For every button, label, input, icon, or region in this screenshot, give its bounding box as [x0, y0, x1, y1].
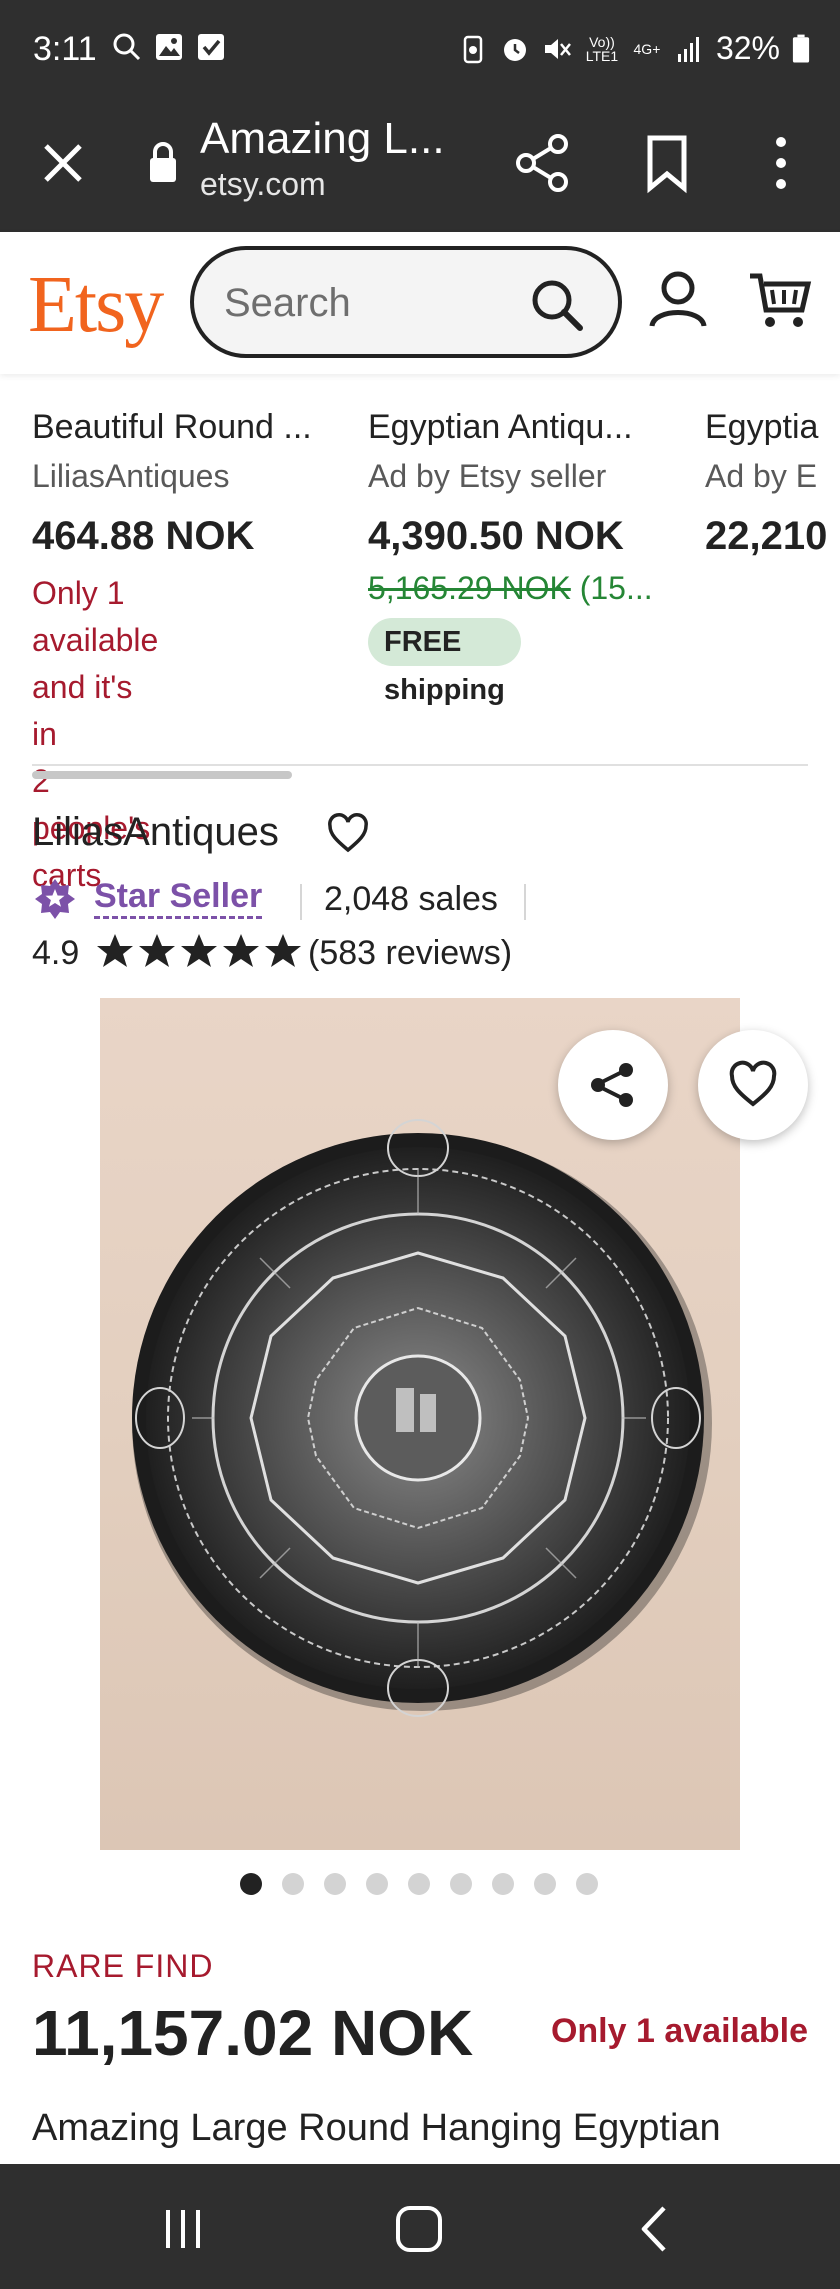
pagination-dot[interactable]	[450, 1873, 472, 1895]
heart-icon	[729, 1060, 777, 1107]
product-availability: Only 1 available	[550, 2012, 808, 2050]
browser-toolbar: Amazing L... etsy.com	[0, 100, 840, 232]
rare-find-tag: RARE FIND	[32, 1948, 214, 1984]
star-seller-badge-icon	[35, 879, 75, 919]
pagination-dot[interactable]	[576, 1873, 598, 1895]
gallery-pagination	[240, 1873, 598, 1895]
pagination-dot[interactable]	[408, 1873, 430, 1895]
rating-stars	[96, 932, 302, 970]
lock-icon[interactable]	[148, 140, 178, 184]
pagination-dot[interactable]	[324, 1873, 346, 1895]
android-nav-bar	[0, 2164, 840, 2289]
status-time: 3:11	[33, 30, 97, 68]
battery-icon	[792, 34, 810, 62]
page-domain[interactable]: etsy.com	[200, 166, 326, 203]
account-icon[interactable]	[646, 268, 710, 332]
search-bar[interactable]	[190, 246, 622, 358]
shop-sales-count: 2,048 sales	[324, 880, 498, 918]
recommendation-price: 4,390.50 NOK	[368, 514, 624, 558]
recommendation-title[interactable]: Egyptia	[705, 408, 840, 447]
network-type: 4G+	[633, 40, 661, 57]
free-shipping-badge: FREE shipping	[368, 618, 521, 706]
battery-saver-icon	[463, 35, 483, 63]
search-notification-icon	[113, 33, 141, 61]
product-price: 11,157.02 NOK	[32, 1997, 474, 2069]
alarm-icon	[503, 38, 526, 61]
etsy-header: Etsy	[0, 232, 840, 374]
page-title[interactable]: Amazing L...	[200, 114, 445, 164]
old-price: 5,165.29 NOK	[368, 570, 571, 606]
status-left-icons	[112, 32, 226, 62]
signal-icon	[677, 36, 699, 62]
mute-icon	[544, 38, 571, 59]
bookmark-icon[interactable]	[632, 128, 702, 198]
recommendation-title[interactable]: Egyptian Antiqu...	[368, 408, 674, 447]
pagination-dot[interactable]	[492, 1873, 514, 1895]
favorite-product-button[interactable]	[698, 1030, 808, 1140]
check-notification-icon	[198, 34, 224, 60]
carousel-scroll-indicator	[32, 771, 292, 779]
section-divider	[32, 764, 808, 766]
star-icon	[265, 934, 301, 967]
recommendation-price: 464.88 NOK	[32, 514, 255, 558]
favorite-shop-heart-icon[interactable]	[326, 812, 370, 856]
volte-indicator: Vo)) LTE1	[585, 33, 619, 64]
shop-review-count[interactable]: (583 reviews)	[308, 934, 512, 973]
recommendation-title[interactable]: Beautiful Round ...	[32, 408, 338, 447]
status-bar: 3:11 Vo)) LTE1 4G+ 32%	[0, 0, 840, 100]
recent-apps-icon[interactable]	[148, 2194, 218, 2264]
share-product-button[interactable]	[558, 1030, 668, 1140]
product-title: Amazing Large Round Hanging Egyptian	[32, 2107, 721, 2149]
star-icon	[223, 934, 259, 967]
shop-rating: 4.9	[32, 934, 80, 972]
more-icon[interactable]	[746, 128, 816, 198]
share-icon[interactable]	[508, 128, 578, 198]
etsy-logo[interactable]: Etsy	[28, 260, 164, 351]
back-icon[interactable]	[620, 2194, 690, 2264]
search-icon[interactable]	[528, 276, 586, 334]
star-icon	[139, 934, 175, 967]
recommendation-price: 22,210	[705, 514, 828, 558]
recommendation-original-price: 5,165.29 NOK (15...	[368, 570, 653, 607]
battery-percent: 32%	[715, 30, 780, 66]
pagination-dot[interactable]	[534, 1873, 556, 1895]
status-right-icons: Vo)) LTE1 4G+ 32%	[458, 30, 810, 67]
star-seller-link[interactable]: Star Seller	[94, 876, 263, 919]
home-icon[interactable]	[384, 2194, 454, 2264]
recommendation-seller: Ad by Etsy seller	[368, 458, 607, 494]
recommendation-seller: LiliasAntiques	[32, 458, 230, 494]
star-icon	[97, 934, 133, 967]
star-icon	[181, 934, 217, 967]
pagination-dot[interactable]	[240, 1873, 262, 1895]
shop-name[interactable]: LiliasAntiques	[32, 810, 279, 855]
divider	[524, 884, 526, 920]
discount-percent: (15...	[570, 570, 653, 606]
availability-line: Only 1 available	[32, 575, 159, 658]
gallery-notification-icon	[156, 34, 182, 60]
divider	[300, 884, 302, 920]
search-input[interactable]	[224, 276, 524, 330]
recommendation-seller: Ad by E	[705, 458, 818, 494]
cart-icon[interactable]	[748, 268, 812, 332]
pagination-dot[interactable]	[282, 1873, 304, 1895]
availability-line: and it's in	[32, 669, 133, 752]
share-icon	[591, 1063, 633, 1107]
pagination-dot[interactable]	[366, 1873, 388, 1895]
close-icon[interactable]	[36, 136, 90, 190]
